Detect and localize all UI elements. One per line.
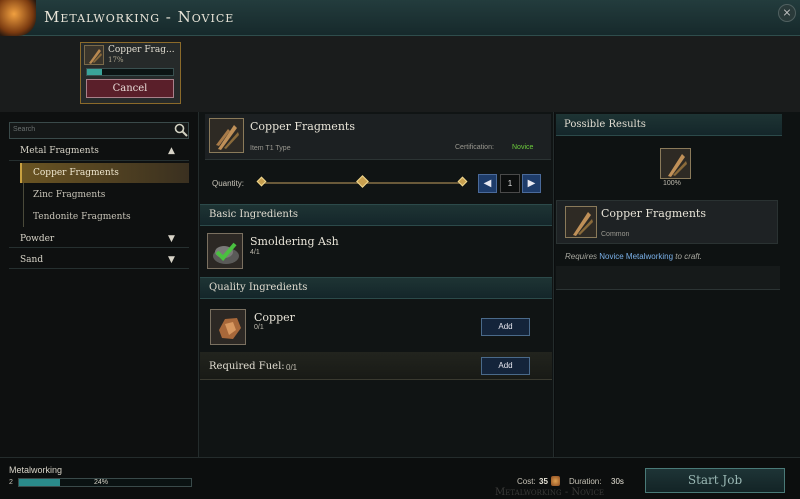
recipe-name: Copper Fragments [250,120,355,133]
cost-label: Cost: [517,477,536,486]
result-rarity: Common [601,231,630,238]
recipe-item-label: Tendonite Fragments [33,212,131,222]
recipe-item-label: Zinc Fragments [33,190,106,200]
duration-value: 30s [611,477,624,486]
recipe-item-label: Copper Fragments [33,168,119,178]
category-label: Sand [20,255,44,265]
start-job-button[interactable]: Start Job [645,468,785,493]
search-icon[interactable] [174,123,188,137]
skill-progress-fill [19,479,61,486]
expand-arrow-icon[interactable]: ▼ [168,234,175,244]
skill-progress-text: 24% [94,479,109,486]
quantity-input[interactable]: 1 [500,174,520,193]
category-label: Powder [20,234,55,244]
quality-ingredients-title: Quality Ingredients [209,282,308,293]
category-label: Metal Fragments [20,146,99,156]
quantity-label: Quantity: [212,179,245,188]
result-item-name: Copper Fragments [601,207,706,220]
close-button[interactable]: × [778,4,796,22]
skill-name: Metalworking [9,465,63,475]
currency-icon [551,476,560,486]
copper-fragments-icon[interactable] [660,148,691,179]
requirement-suffix: to craft. [675,252,702,261]
smoldering-ash-icon [207,233,243,269]
add-fuel-button[interactable]: Add [481,357,530,375]
results-title: Possible Results [564,119,646,130]
active-job-progress-text: 17% [108,56,124,64]
ingredient-count: 4/1 [250,249,260,256]
forge-emblem-icon [0,0,36,36]
active-job-name: Copper Frag... [108,45,175,55]
requirement-skill: Novice Metalworking [599,252,674,261]
cost-value: 35 [539,477,548,486]
expand-arrow-icon[interactable]: ▼ [168,255,175,265]
active-job-progress-fill [87,69,102,75]
fuel-count: 0/1 [286,363,298,372]
result-chance: 100% [663,180,681,187]
add-copper-button[interactable]: Add [481,318,530,336]
copper-fragments-icon [565,206,597,238]
recipe-type: Item T1 Type [250,145,291,152]
basic-ingredients-title: Basic Ingredients [209,209,299,220]
collapse-arrow-icon[interactable]: ▲ [168,146,175,156]
footer-ghost-title: Metalworking - Novice [495,487,605,498]
duration-label: Duration: [569,477,602,486]
search-placeholder: Search [13,126,36,133]
required-fuel-label: Required Fuel: [209,361,285,372]
results-footer [556,266,780,290]
active-job-progress-bar [86,68,174,76]
quantity-decrease-button[interactable]: ◀ [478,174,497,193]
cancel-button[interactable]: Cancel [86,79,174,98]
copper-ore-icon [210,309,246,345]
window-title: Metalworking - Novice [44,8,235,26]
certification-label: Certification: [455,144,494,151]
requirement-prefix: Requires [565,252,598,261]
certification-value: Novice [512,144,534,151]
ingredient-name: Smoldering Ash [250,235,339,248]
copper-fragments-icon [84,45,104,65]
search-input[interactable] [9,122,189,139]
skill-level: 2 [9,479,13,486]
quantity-increase-button[interactable]: ▶ [522,174,541,193]
copper-fragments-icon [209,118,244,153]
ingredient-name: Copper [254,311,295,324]
requirement-text: Requires Novice Metalworking to craft. [565,252,702,261]
ingredient-count: 0/1 [254,324,264,331]
